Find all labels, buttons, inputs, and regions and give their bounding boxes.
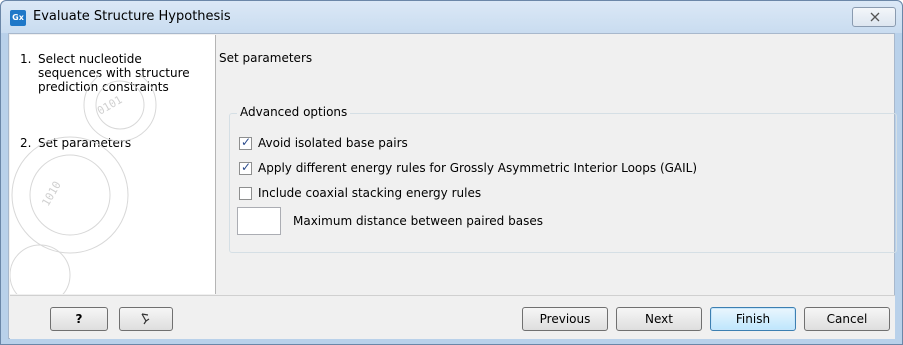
window-title: Evaluate Structure Hypothesis <box>33 9 231 24</box>
max-distance-input[interactable] <box>237 207 281 235</box>
previous-button[interactable]: Previous <box>522 307 608 331</box>
reset-button[interactable] <box>119 307 173 331</box>
svg-text:0101: 0101 <box>95 93 124 118</box>
help-button[interactable]: ? <box>50 307 108 331</box>
advanced-options-group <box>229 113 897 253</box>
section-title: Set parameters <box>219 51 313 65</box>
checkbox-checked[interactable] <box>239 160 252 175</box>
next-button[interactable]: Next <box>616 307 702 331</box>
option-avoid-isolated-base-pairs[interactable]: Avoid isolated base pairs <box>239 135 408 150</box>
cancel-button[interactable]: Cancel <box>804 307 890 331</box>
svg-text:1010: 1010 <box>39 179 64 208</box>
finish-button[interactable]: Finish <box>710 307 796 331</box>
group-title: Advanced options <box>237 105 351 119</box>
wizard-steps-panel: 1. Select nucleotide sequences with stru… <box>10 35 216 294</box>
checkbox-checked[interactable] <box>239 135 252 150</box>
parameters-panel: Set parameters Advanced options Avoid is… <box>217 35 897 294</box>
app-icon: Gx <box>10 10 26 26</box>
max-distance-label: Maximum distance between paired bases <box>293 214 543 228</box>
dialog-body: 1. Select nucleotide sequences with stru… <box>8 33 897 339</box>
option-gail-energy-rules[interactable]: Apply different energy rules for Grossly… <box>239 160 698 175</box>
close-icon <box>870 12 880 22</box>
dialog-window: Gx Evaluate Structure Hypothesis 1. Sele… <box>0 0 903 345</box>
option-label: Avoid isolated base pairs <box>258 136 408 150</box>
button-bar: ? Previous Next Finish Cancel <box>10 295 895 339</box>
checkbox-unchecked[interactable] <box>239 186 252 200</box>
reset-arrow-icon <box>141 313 150 325</box>
watermark-decoration-icon: 1010 0101 <box>10 75 157 294</box>
option-label: Apply different energy rules for Grossly… <box>258 161 698 175</box>
close-button[interactable] <box>852 7 896 27</box>
option-label: Include coaxial stacking energy rules <box>258 186 482 200</box>
option-coaxial-stacking[interactable]: Include coaxial stacking energy rules <box>239 186 481 200</box>
title-bar[interactable]: Gx Evaluate Structure Hypothesis <box>1 1 902 33</box>
